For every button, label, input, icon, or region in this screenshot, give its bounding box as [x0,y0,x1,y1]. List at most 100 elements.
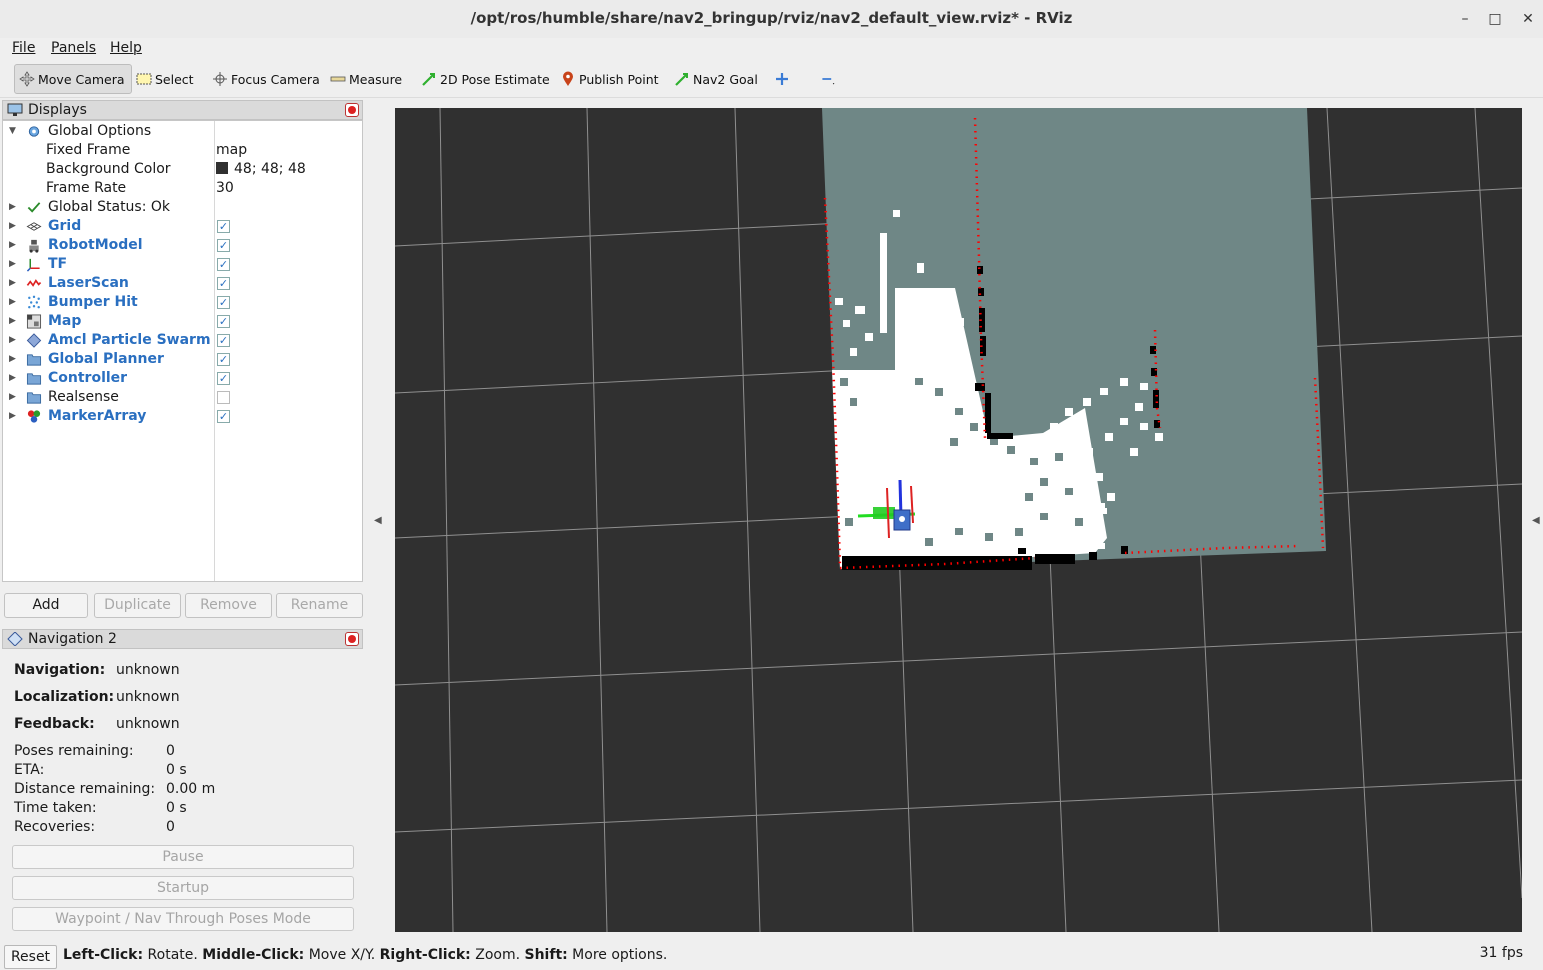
duplicate-display-button[interactable]: Duplicate [94,593,181,618]
publish-point-button[interactable]: Publish Point [560,64,659,94]
collapsed-arrow-icon[interactable]: ▶ [9,335,16,345]
map-cell [1018,548,1026,554]
map-icon [26,314,42,329]
pause-button[interactable]: Pause [12,845,354,869]
grid-icon [26,222,42,231]
tree-row-global-status[interactable]: ▶ Global Status: Ok [3,198,362,217]
measure-button[interactable]: Measure [330,64,402,94]
render-viewport[interactable] [395,108,1522,932]
display-checkbox-laserscan[interactable]: ✓ [217,277,230,290]
navigation-title: Navigation 2 [28,631,117,647]
collapsed-arrow-icon[interactable]: ▶ [9,316,16,326]
close-panel-icon[interactable] [345,103,359,117]
tree-row-map[interactable]: ▶ Map ✓ [3,312,362,331]
tree-row-background-color[interactable]: Background Color 48; 48; 48 [3,160,362,179]
close-panel-icon[interactable] [345,632,359,646]
maximize-icon[interactable]: □ [1485,9,1505,29]
focus-camera-label: Focus Camera [231,71,320,87]
tree-row-markerarray[interactable]: ▶ MarkerArray ✓ [3,407,362,426]
global-options-label: Global Options [48,123,152,139]
tree-row-tf[interactable]: ▶ TF ✓ [3,255,362,274]
remove-display-button[interactable]: Remove [185,593,272,618]
display-checkbox-realsense[interactable] [217,391,230,404]
frame-rate-value[interactable]: 30 [216,180,234,196]
menu-panels[interactable]: Panels [51,40,96,56]
tree-row-realsense[interactable]: ▶ Realsense [3,388,362,407]
display-checkbox-global-planner[interactable]: ✓ [217,353,230,366]
recoveries-value: 0 [166,819,175,835]
display-checkbox-grid[interactable]: ✓ [217,220,230,233]
map-cell [1121,546,1128,554]
expanded-arrow-icon[interactable]: ▼ [9,126,16,136]
display-checkbox-tf[interactable]: ✓ [217,258,230,271]
remove-tool-button[interactable] [820,64,839,94]
focus-camera-button[interactable]: Focus Camera [212,64,320,94]
nav2-goal-button[interactable]: Nav2 Goal [674,64,758,94]
minimize-icon[interactable]: – [1455,9,1475,29]
tree-row-laserscan[interactable]: ▶ LaserScan ✓ [3,274,362,293]
select-button[interactable]: Select [136,64,194,94]
tree-row-bumper-hit[interactable]: ▶ Bumper Hit ✓ [3,293,362,312]
pose-estimate-button[interactable]: 2D Pose Estimate [421,64,550,94]
collapsed-arrow-icon[interactable]: ▶ [9,411,16,421]
fixed-frame-value[interactable]: map [216,142,247,158]
display-checkbox-robotmodel[interactable]: ✓ [217,239,230,252]
frame-rate-label: Frame Rate [46,180,127,196]
display-checkbox-controller[interactable]: ✓ [217,372,230,385]
display-checkbox-bumper-hit[interactable]: ✓ [217,296,230,309]
map-cell [1083,398,1091,406]
menu-file[interactable]: File [12,40,35,56]
map-cell [985,393,991,433]
diamond-icon [7,632,23,646]
map-cell [1015,528,1023,536]
map-cell [975,383,985,391]
move-camera-button[interactable]: Move Camera [14,64,132,94]
startup-button[interactable]: Startup [12,876,354,900]
close-icon[interactable]: ✕ [1518,9,1538,29]
tree-row-frame-rate[interactable]: Frame Rate 30 [3,179,362,198]
map-cell [1040,513,1048,520]
collapsed-arrow-icon[interactable]: ▶ [9,221,16,231]
displays-title: Displays [28,102,87,118]
reset-button[interactable]: Reset [4,945,57,969]
scene-svg[interactable] [395,108,1522,932]
tree-row-fixed-frame[interactable]: Fixed Frame map [3,141,362,160]
collapsed-arrow-icon[interactable]: ▶ [9,392,16,402]
tree-row-global-options[interactable]: ▼ Global Options [3,122,362,141]
rename-display-button[interactable]: Rename [276,593,363,618]
add-tool-button[interactable] [774,64,793,94]
collapsed-arrow-icon[interactable]: ▶ [9,354,16,364]
navigation-status-value: unknown [116,662,180,678]
waypoint-mode-button[interactable]: Waypoint / Nav Through Poses Mode [12,907,354,931]
map-cell [1050,423,1058,430]
collapsed-arrow-icon[interactable]: ▶ [9,373,16,383]
middle-click-desc: Move X/Y. [304,947,380,963]
display-checkbox-amcl-particle-swarm[interactable]: ✓ [217,334,230,347]
tree-row-robotmodel[interactable]: ▶ RobotModel ✓ [3,236,362,255]
add-display-button[interactable]: Add [4,593,88,618]
navigation-panel-header: Navigation 2 [2,629,363,649]
map-cell [987,433,1013,439]
collapsed-arrow-icon[interactable]: ▶ [9,278,16,288]
map-cell [950,438,958,446]
display-checkbox-markerarray[interactable]: ✓ [217,410,230,423]
display-checkbox-map[interactable]: ✓ [217,315,230,328]
tree-row-amcl-particle-swarm[interactable]: ▶ Amcl Particle Swarm ✓ [3,331,362,350]
collapse-right-icon[interactable]: ◀ [1532,515,1540,526]
menu-help[interactable]: Help [110,40,142,56]
background-color-value[interactable]: 48; 48; 48 [212,161,306,177]
eta-value: 0 s [166,762,187,778]
tree-row-controller[interactable]: ▶ Controller ✓ [3,369,362,388]
collapsed-arrow-icon[interactable]: ▶ [9,297,16,307]
global-status-label: Global Status: Ok [48,199,171,215]
collapsed-arrow-icon[interactable]: ▶ [9,259,16,269]
tree-row-global-planner[interactable]: ▶ Global Planner ✓ [3,350,362,369]
map-cell [1140,423,1148,430]
background-color-label: Background Color [46,161,171,177]
tree-row-grid[interactable]: ▶ Grid ✓ [3,217,362,236]
collapsed-arrow-icon[interactable]: ▶ [9,202,16,212]
collapsed-arrow-icon[interactable]: ▶ [9,240,16,250]
laser-icon [26,279,42,287]
collapse-left-icon[interactable]: ◀ [374,515,382,526]
grid-line [395,779,1522,833]
